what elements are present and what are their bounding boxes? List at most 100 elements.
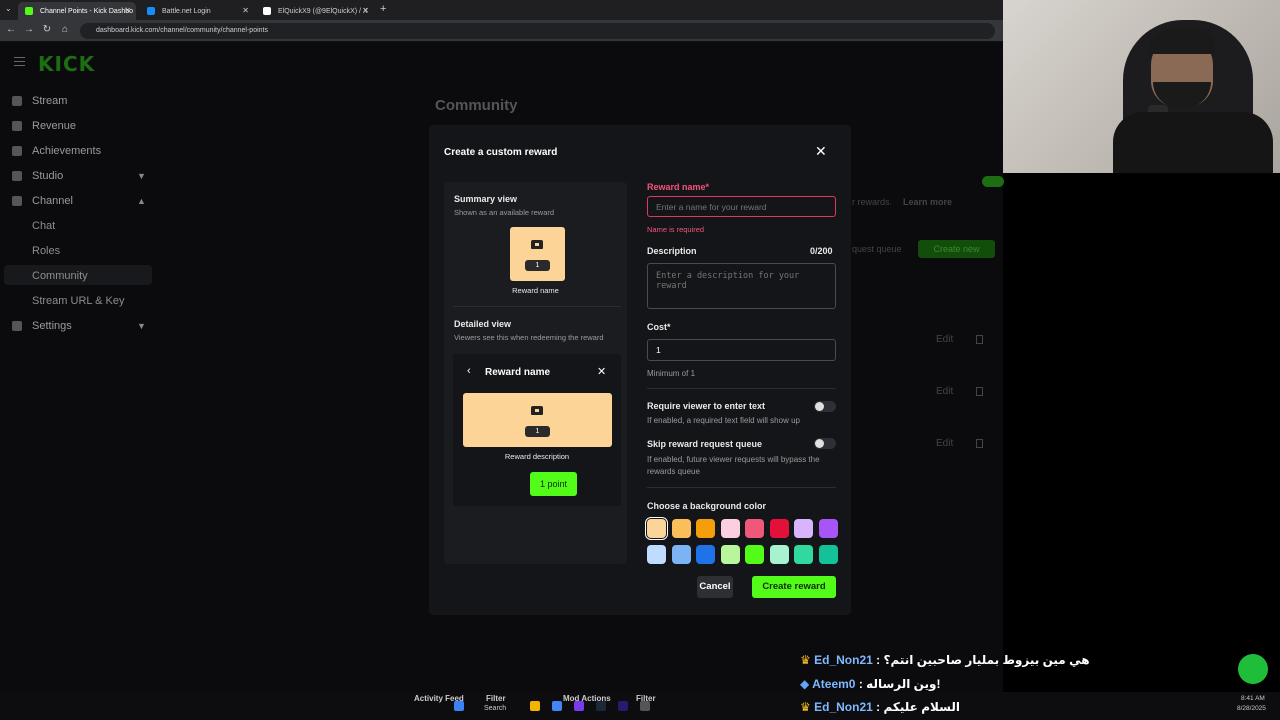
trash-icon[interactable] [976, 335, 983, 344]
windows-start-icon[interactable] [454, 701, 464, 711]
edit-button[interactable]: Edit [936, 334, 953, 345]
color-swatch[interactable] [720, 519, 740, 538]
close-tab-icon[interactable]: ✕ [124, 6, 131, 15]
back-icon[interactable]: ← [4, 24, 18, 35]
cost-input[interactable] [647, 339, 836, 361]
request-queue-button[interactable]: quest queue [852, 244, 902, 254]
color-swatch[interactable] [720, 545, 740, 564]
trash-icon[interactable] [976, 387, 983, 396]
crown-badge-icon: ♛ [800, 700, 811, 714]
create-reward-button[interactable]: Create reward [752, 576, 836, 598]
reload-icon[interactable]: ↻ [40, 24, 54, 35]
chevron-down-icon[interactable]: ▼ [137, 321, 146, 331]
color-swatch[interactable] [696, 545, 715, 564]
close-tab-icon[interactable]: ✕ [242, 6, 249, 15]
color-swatch[interactable] [818, 545, 838, 564]
file-explorer-icon[interactable] [530, 701, 540, 711]
address-bar: ← → ↻ ⌂ dashboard.kick.com/channel/commu… [0, 20, 1003, 42]
streamer-hair [1149, 28, 1215, 54]
tab-x[interactable]: ElQuickX9 (@9ElQuickX) / X ✕ [256, 2, 374, 20]
chat-message: ♛ Ed_Non21 : هي مين بيزوط بمليار صاحبين … [800, 653, 1090, 667]
channel-points-toggle[interactable] [982, 176, 1004, 187]
cancel-button[interactable]: Cancel [697, 576, 733, 598]
trash-icon[interactable] [976, 439, 983, 448]
chevron-up-icon[interactable]: ▲ [137, 196, 146, 206]
detail-reward-description: Reward description [504, 452, 570, 461]
sidebar-item-roles[interactable]: Roles [32, 245, 60, 257]
tab-search-icon[interactable]: ⌄ [5, 4, 12, 13]
reward-name-label: Reward name* [647, 182, 710, 192]
sidebar-item-community[interactable]: Community [32, 270, 88, 282]
kick-logo[interactable]: KICK [38, 52, 95, 76]
color-swatch[interactable] [745, 519, 764, 538]
filter-label[interactable]: Filter [486, 694, 506, 703]
browser-tab-strip: Channel Points - Kick Dashbo ✕ Battle.ne… [0, 0, 1003, 20]
sidebar-item-chat[interactable]: Chat [32, 220, 55, 232]
tab-label: Battle.net Login [162, 7, 211, 15]
sidebar-item-achievements[interactable]: Achievements [12, 145, 101, 157]
redeem-point-button[interactable]: 1 point [530, 472, 577, 496]
steam-icon[interactable] [596, 701, 606, 711]
sidebar-item-stream-url-key[interactable]: Stream URL & Key [32, 295, 125, 307]
color-swatch[interactable] [671, 545, 691, 564]
premiere-icon[interactable] [618, 701, 628, 711]
chat-message: ◆ Ateem0 : وين الرساله! [800, 677, 940, 691]
support-icon[interactable] [1238, 654, 1268, 684]
channel-icon [12, 196, 22, 206]
description-input[interactable] [647, 263, 836, 309]
color-swatch[interactable] [769, 545, 789, 564]
chat-username: Ed_Non21 [814, 700, 873, 714]
color-swatch[interactable] [794, 545, 813, 564]
chevron-left-icon[interactable]: ‹ [467, 365, 471, 377]
color-swatch[interactable] [794, 519, 813, 538]
description-label: Description [647, 246, 697, 256]
app-icon[interactable] [574, 701, 584, 711]
forward-icon[interactable]: → [22, 24, 36, 35]
detail-reward-name: Reward name [485, 367, 551, 378]
close-tab-icon[interactable]: ✕ [362, 6, 369, 15]
chevron-down-icon[interactable]: ▼ [137, 171, 146, 181]
tab-battlenet[interactable]: Battle.net Login ✕ [140, 2, 254, 20]
edit-button[interactable]: Edit [936, 386, 953, 397]
sidebar-item-stream[interactable]: Stream [12, 95, 67, 107]
sidebar-item-revenue[interactable]: Revenue [12, 120, 76, 132]
sidebar-item-channel[interactable]: Channel [12, 195, 73, 207]
reward-name-input[interactable] [647, 196, 836, 217]
rewards-text: r rewards. [852, 197, 893, 207]
chat-message: ♛ Ed_Non21 : السلام عليكم [800, 700, 960, 714]
battlenet-favicon-icon [147, 7, 155, 15]
skip-queue-toggle[interactable] [814, 438, 836, 449]
color-swatch[interactable] [696, 519, 715, 538]
home-icon[interactable]: ⌂ [58, 24, 72, 35]
close-icon[interactable]: ✕ [597, 365, 606, 378]
color-swatch[interactable] [769, 519, 789, 538]
require-text-toggle[interactable] [814, 401, 836, 412]
app-icon[interactable] [640, 701, 650, 711]
edit-button[interactable]: Edit [936, 438, 953, 449]
streamer-shirt [1113, 112, 1273, 173]
name-error-text: Name is required [647, 225, 705, 234]
close-icon[interactable]: ✕ [815, 143, 827, 160]
url-field[interactable]: dashboard.kick.com/channel/community/cha… [80, 23, 995, 39]
kick-favicon-icon [25, 7, 33, 15]
modal-title: Create a custom reward [444, 147, 558, 158]
x-favicon-icon [263, 7, 271, 15]
create-new-button[interactable]: Create new [918, 240, 995, 258]
color-swatch[interactable] [745, 545, 764, 564]
tab-label: ElQuickX9 (@9ElQuickX) / X [278, 7, 368, 15]
badge-icon: ◆ [800, 677, 810, 691]
chrome-icon[interactable] [552, 701, 562, 711]
sidebar-item-studio[interactable]: Studio [12, 170, 63, 182]
tab-channel-points[interactable]: Channel Points - Kick Dashbo ✕ [18, 2, 136, 20]
menu-icon[interactable] [14, 57, 25, 66]
sidebar-item-label: Achievements [32, 145, 102, 157]
color-swatch[interactable] [645, 517, 668, 540]
sidebar-item-settings[interactable]: Settings [12, 320, 72, 332]
color-swatch[interactable] [647, 545, 666, 564]
color-swatch[interactable] [671, 519, 691, 538]
new-tab-icon[interactable]: + [380, 3, 386, 15]
color-swatch[interactable] [818, 519, 838, 538]
taskbar-search[interactable]: Search [484, 705, 506, 712]
description-char-count: 0/200 [810, 246, 833, 256]
learn-more-link[interactable]: Learn more [903, 197, 952, 207]
